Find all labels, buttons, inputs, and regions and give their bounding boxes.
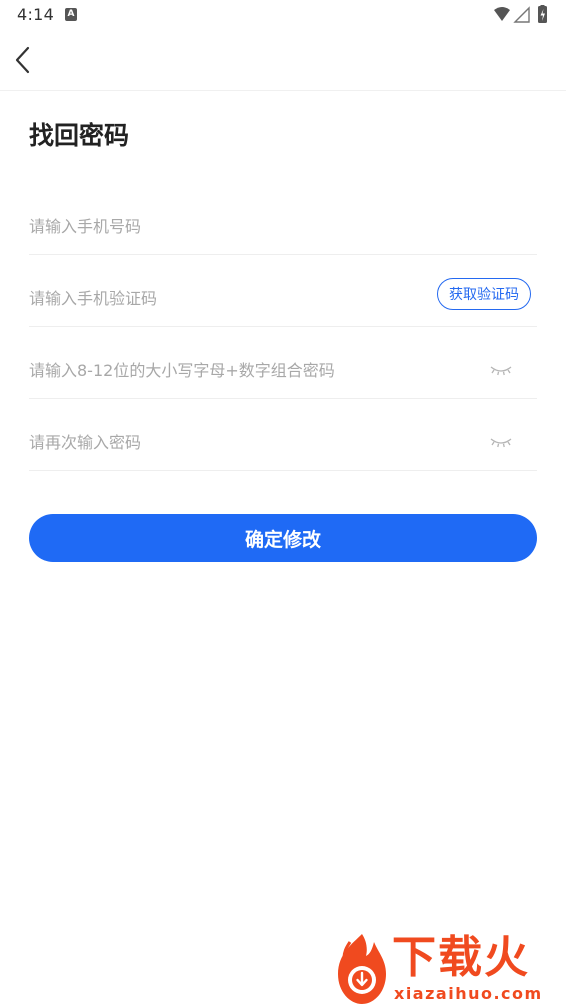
new-password-input[interactable] bbox=[29, 342, 479, 398]
page-title: 找回密码 bbox=[29, 121, 130, 150]
confirm-modify-button[interactable]: 确定修改 bbox=[29, 514, 537, 562]
code-field-row: 获取验证码 bbox=[29, 270, 537, 327]
phone-field-row bbox=[29, 198, 537, 255]
watermark: 下载火 xiazaihuo.com bbox=[330, 928, 558, 1008]
status-bar: 4:14 A bbox=[0, 0, 566, 30]
flame-logo-icon bbox=[338, 934, 386, 1004]
watermark-text: 下载火 bbox=[392, 932, 530, 983]
chevron-left-icon bbox=[15, 46, 30, 74]
confirm-password-visibility-toggle[interactable] bbox=[489, 434, 513, 450]
watermark-url: xiazaihuo.com bbox=[394, 984, 543, 1003]
confirm-password-field-row bbox=[29, 414, 537, 471]
password-visibility-toggle[interactable] bbox=[489, 362, 513, 378]
signal-icon bbox=[513, 6, 530, 23]
eye-closed-icon bbox=[490, 438, 512, 448]
status-time: 4:14 bbox=[17, 5, 55, 24]
verification-code-input[interactable] bbox=[29, 270, 419, 326]
get-code-button[interactable]: 获取验证码 bbox=[437, 278, 531, 310]
nav-bar bbox=[0, 30, 566, 91]
back-button[interactable] bbox=[8, 42, 40, 78]
battery-charging-icon bbox=[538, 5, 547, 23]
password-field-row bbox=[29, 342, 537, 399]
eye-closed-icon bbox=[490, 366, 512, 376]
status-icons bbox=[492, 5, 552, 25]
phone-input[interactable] bbox=[29, 198, 509, 254]
confirm-password-input[interactable] bbox=[29, 414, 479, 470]
wifi-icon bbox=[494, 7, 510, 21]
notification-a-icon: A bbox=[65, 8, 77, 21]
